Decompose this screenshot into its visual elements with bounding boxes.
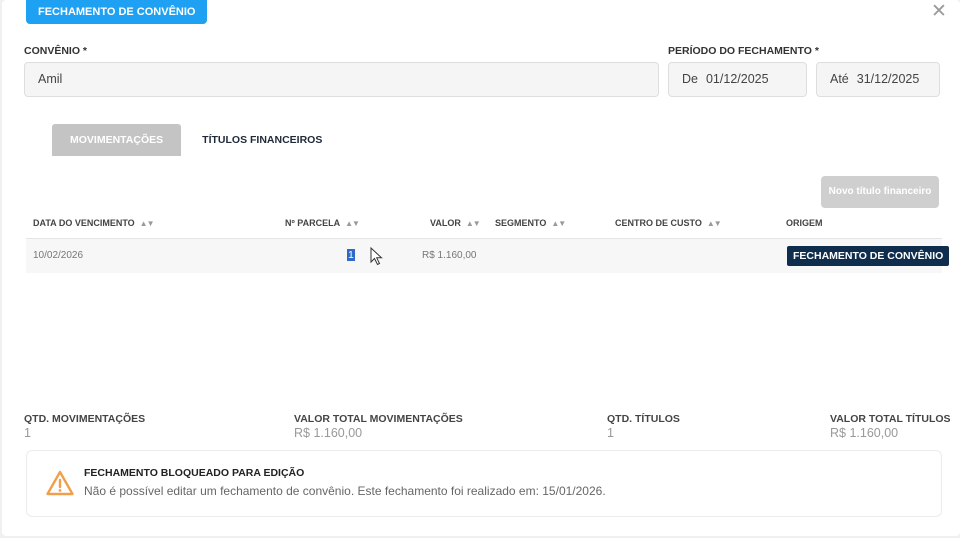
- convenio-field[interactable]: Amil: [24, 62, 659, 97]
- col-header-segmento[interactable]: SEGMENTO ▲▼: [495, 218, 566, 228]
- warning-icon: [46, 470, 74, 496]
- sort-icon: ▲▼: [139, 219, 155, 228]
- valor-titulos-label: VALOR TOTAL TÍTULOS: [830, 413, 951, 425]
- qtd-titulos-value: 1: [607, 426, 614, 440]
- date-to-value: 31/12/2025: [856, 72, 920, 86]
- origin-badge[interactable]: FECHAMENTO DE CONVÊNIO: [787, 246, 950, 266]
- col-header-vencimento[interactable]: DATA DO VENCIMENTO ▲▼: [33, 218, 155, 228]
- new-title-button[interactable]: Novo título financeiro: [821, 176, 939, 208]
- close-icon[interactable]: ✕: [930, 2, 948, 21]
- tab-titulos-financeiros[interactable]: TÍTULOS FINANCEIROS: [181, 124, 335, 156]
- periodo-label: PERÍODO DO FECHAMENTO *: [668, 45, 819, 57]
- tab-movimentacoes[interactable]: MOVIMENTAÇÕES: [52, 124, 182, 156]
- sort-icon: ▲▼: [465, 219, 481, 228]
- convenio-label: CONVÊNIO *: [24, 45, 88, 57]
- date-to-prefix: Até: [830, 72, 849, 86]
- date-from-prefix: De: [682, 72, 698, 86]
- valor-movimentacoes-value: R$ 1.160,00: [294, 426, 363, 440]
- date-from-value: 01/12/2025: [705, 72, 769, 86]
- qtd-titulos-label: QTD. TÍTULOS: [607, 413, 680, 425]
- date-from-field[interactable]: De 01/12/2025: [668, 62, 807, 97]
- cell-valor: R$ 1.160,00: [422, 250, 477, 261]
- qtd-movimentacoes-label: QTD. MOVIMENTAÇÕES: [24, 413, 146, 425]
- cell-parcela: 1: [347, 249, 355, 261]
- qtd-movimentacoes-value: 1: [24, 426, 31, 440]
- tab-bar: MOVIMENTAÇÕES TÍTULOS FINANCEIROS: [52, 124, 335, 156]
- sort-icon: ▲▼: [706, 219, 722, 228]
- date-to-field[interactable]: Até 31/12/2025: [816, 62, 940, 97]
- cell-vencimento: 10/02/2026: [33, 250, 84, 261]
- modal-title-badge: FECHAMENTO DE CONVÊNIO: [26, 0, 208, 24]
- sort-icon: ▲▼: [345, 219, 360, 228]
- mouse-cursor-icon: [370, 247, 383, 266]
- alert-message: Não é possível editar um fechamento de c…: [84, 484, 606, 498]
- valor-titulos-value: R$ 1.160,00: [830, 426, 899, 440]
- col-header-centro-custo[interactable]: CENTRO DE CUSTO ▲▼: [615, 218, 722, 228]
- col-header-parcela[interactable]: Nº PARCELA ▲▼: [285, 218, 360, 228]
- col-header-origem: ORIGEM: [786, 218, 823, 228]
- fechamento-modal: FECHAMENTO DE CONVÊNIO ✕ CONVÊNIO * Amil…: [2, 0, 960, 536]
- alert-title: FECHAMENTO BLOQUEADO PARA EDIÇÃO: [84, 467, 305, 479]
- col-header-valor[interactable]: VALOR ▲▼: [430, 218, 481, 228]
- locked-alert: FECHAMENTO BLOQUEADO PARA EDIÇÃO Não é p…: [26, 450, 942, 517]
- sort-icon: ▲▼: [551, 219, 566, 228]
- valor-movimentacoes-label: VALOR TOTAL MOVIMENTAÇÕES: [294, 413, 463, 425]
